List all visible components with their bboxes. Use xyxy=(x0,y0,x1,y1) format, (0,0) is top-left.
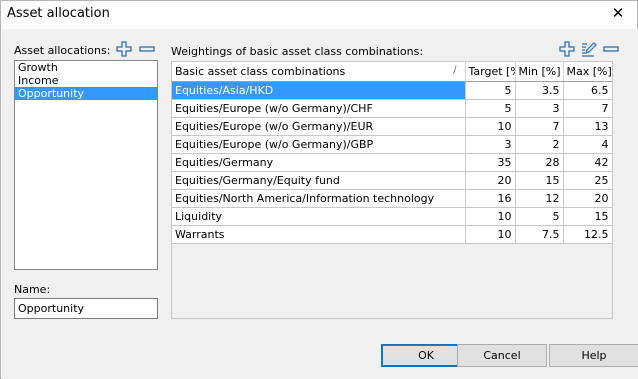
combination-cell[interactable]: Equities/Germany/Equity fund xyxy=(172,171,466,190)
list-item[interactable]: Opportunity xyxy=(15,87,157,100)
table-row[interactable]: Equities/Germany/Equity fund 20 15 25 xyxy=(172,171,612,190)
min-cell[interactable]: 3.5 xyxy=(515,81,564,100)
target-cell[interactable]: 16 xyxy=(465,189,516,208)
add-icon[interactable] xyxy=(559,41,575,57)
target-cell[interactable]: 10 xyxy=(465,207,516,226)
min-cell[interactable]: 15 xyxy=(515,171,564,190)
combination-cell[interactable]: Equities/Europe (w/o Germany)/CHF xyxy=(172,99,466,118)
table-header-row: Basic asset class combinations ∕ Target … xyxy=(172,62,612,82)
max-cell[interactable]: 7 xyxy=(563,99,612,118)
table-row[interactable]: Liquidity 10 5 15 xyxy=(172,207,612,226)
edit-icon[interactable] xyxy=(581,41,597,57)
help-button[interactable]: Help xyxy=(549,344,638,367)
max-cell[interactable]: 4 xyxy=(563,135,612,154)
column-header-combination[interactable]: Basic asset class combinations ∕ xyxy=(172,62,466,82)
title-bar: Asset allocation ✕ xyxy=(1,1,637,29)
combination-cell[interactable]: Liquidity xyxy=(172,207,466,226)
column-header-min[interactable]: Min [%] xyxy=(515,62,564,82)
combination-cell[interactable]: Equities/Germany xyxy=(172,153,466,172)
target-cell[interactable]: 10 xyxy=(465,225,516,244)
asset-allocation-dialog: Asset allocation ✕ Asset allocations: Gr… xyxy=(0,0,638,379)
remove-icon[interactable] xyxy=(139,41,155,57)
table-row[interactable]: Equities/Germany 35 28 42 xyxy=(172,153,612,172)
max-cell[interactable]: 20 xyxy=(563,189,612,208)
table-row[interactable]: Equities/North America/Information techn… xyxy=(172,189,612,208)
asset-allocations-label: Asset allocations: xyxy=(14,44,111,57)
column-header-max[interactable]: Max [%] xyxy=(563,62,612,82)
combination-cell[interactable]: Equities/Europe (w/o Germany)/GBP xyxy=(172,135,466,154)
name-label: Name: xyxy=(14,283,51,296)
column-header-target[interactable]: Target [% xyxy=(465,62,516,82)
min-cell[interactable]: 3 xyxy=(515,99,564,118)
min-cell[interactable]: 7 xyxy=(515,117,564,136)
target-cell[interactable]: 35 xyxy=(465,153,516,172)
table-row[interactable]: Equities/Europe (w/o Germany)/GBP 3 2 4 xyxy=(172,135,612,154)
remove-icon[interactable] xyxy=(603,41,619,57)
target-cell[interactable]: 10 xyxy=(465,117,516,136)
combination-cell[interactable]: Equities/Asia/HKD xyxy=(172,81,466,100)
min-cell[interactable]: 12 xyxy=(515,189,564,208)
combination-cell[interactable]: Equities/North America/Information techn… xyxy=(172,189,466,208)
max-cell[interactable]: 13 xyxy=(563,117,612,136)
name-field[interactable] xyxy=(14,298,158,319)
column-header-label: Basic asset class combinations xyxy=(175,64,346,78)
max-cell[interactable]: 42 xyxy=(563,153,612,172)
close-icon[interactable]: ✕ xyxy=(609,4,627,22)
table-row[interactable]: Equities/Europe (w/o Germany)/EUR 10 7 13 xyxy=(172,117,612,136)
window-title: Asset allocation xyxy=(7,6,110,21)
min-cell[interactable]: 28 xyxy=(515,153,564,172)
target-cell[interactable]: 3 xyxy=(465,135,516,154)
target-cell[interactable]: 5 xyxy=(465,81,516,100)
combination-cell[interactable]: Warrants xyxy=(172,225,466,244)
weightings-table: Basic asset class combinations ∕ Target … xyxy=(171,61,613,319)
dialog-body: Asset allocations: Growth Income Opportu… xyxy=(2,29,638,379)
table-row[interactable]: Warrants 10 7.5 12.5 xyxy=(172,225,612,244)
asset-allocations-list[interactable]: Growth Income Opportunity xyxy=(14,60,158,270)
weightings-label: Weightings of basic asset class combinat… xyxy=(171,45,424,58)
min-cell[interactable]: 5 xyxy=(515,207,564,226)
target-cell[interactable]: 20 xyxy=(465,171,516,190)
max-cell[interactable]: 12.5 xyxy=(563,225,612,244)
min-cell[interactable]: 7.5 xyxy=(515,225,564,244)
combination-cell[interactable]: Equities/Europe (w/o Germany)/EUR xyxy=(172,117,466,136)
add-icon[interactable] xyxy=(116,41,132,57)
list-item[interactable]: Growth xyxy=(15,61,157,74)
cancel-button[interactable]: Cancel xyxy=(457,344,547,367)
list-item[interactable]: Income xyxy=(15,74,157,87)
sort-indicator-icon: ∕ xyxy=(453,65,457,76)
max-cell[interactable]: 15 xyxy=(563,207,612,226)
table-row[interactable]: Equities/Europe (w/o Germany)/CHF 5 3 7 xyxy=(172,99,612,118)
max-cell[interactable]: 25 xyxy=(563,171,612,190)
target-cell[interactable]: 5 xyxy=(465,99,516,118)
min-cell[interactable]: 2 xyxy=(515,135,564,154)
max-cell[interactable]: 6.5 xyxy=(563,81,612,100)
table-row[interactable]: Equities/Asia/HKD 5 3.5 6.5 xyxy=(172,81,612,100)
